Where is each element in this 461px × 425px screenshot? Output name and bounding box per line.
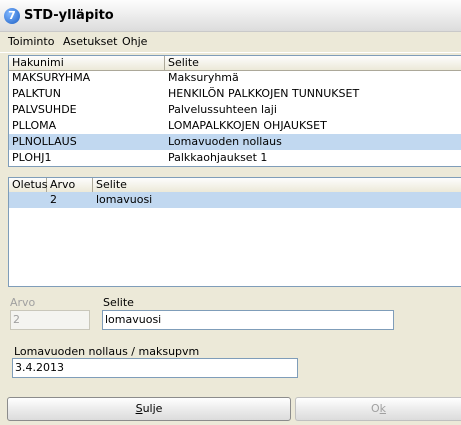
menu-ohje[interactable]: Ohje: [122, 35, 147, 48]
code-list[interactable]: Hakunimi Selite MAKSURYHMA Maksuryhmä PALK…: [8, 55, 461, 167]
column-header-arvo[interactable]: Arvo: [47, 178, 93, 192]
selite-field[interactable]: lomavuosi: [102, 310, 394, 330]
table-row[interactable]: PALVSUHDE Palvelussuhteen laji: [9, 102, 461, 118]
table-row[interactable]: PLOHJ1 Palkkaohjaukset 1: [9, 150, 461, 166]
ok-button-label-prefix: O: [370, 402, 380, 415]
column-header-selite[interactable]: Selite: [93, 178, 461, 192]
window-title: STD-ylläpito: [24, 8, 114, 23]
title-bar[interactable]: 7 STD-ylläpito: [0, 0, 461, 32]
column-header-hakunimi[interactable]: Hakunimi: [9, 56, 165, 70]
table-cell: HENKILÖN PALKKOJEN TUNNUKSET: [168, 87, 360, 100]
table-cell: LOMAPALKKOJEN OHJAUKSET: [168, 119, 327, 132]
arvo-label: Arvo: [10, 296, 36, 309]
table-cell: PLOHJ1: [12, 151, 52, 164]
ok-button[interactable]: Ok: [295, 397, 461, 421]
table-row[interactable]: 2 lomavuosi: [9, 192, 461, 208]
ok-button-accel: k: [379, 402, 387, 415]
close-button[interactable]: Sulje: [7, 397, 291, 421]
table-cell: PALKTUN: [12, 87, 61, 100]
arvo-field: 2: [10, 310, 90, 330]
table-row[interactable]: MAKSURYHMA Maksuryhmä: [9, 70, 461, 86]
table-row[interactable]: PALKTUN HENKILÖN PALKKOJEN TUNNUKSET: [9, 86, 461, 102]
date-label: Lomavuoden nollaus / maksupvm: [14, 345, 200, 358]
table-cell: Lomavuoden nollaus: [168, 135, 282, 148]
table-cell: Palvelussuhteen laji: [168, 103, 277, 116]
table-cell: MAKSURYHMA: [12, 71, 91, 84]
table-cell: Maksuryhmä: [168, 71, 239, 84]
menu-bar: Toiminto Asetukset Ohje: [0, 32, 461, 53]
menu-toiminto[interactable]: Toiminto: [8, 35, 54, 48]
date-field[interactable]: 3.4.2013: [12, 358, 298, 378]
selite-label: Selite: [103, 296, 134, 309]
table-cell: PALVSUHDE: [12, 103, 77, 116]
close-button-label-rest: ulje: [142, 402, 163, 415]
table-cell: PLLOMA: [12, 119, 57, 132]
column-header-oletus[interactable]: Oletus: [9, 178, 48, 192]
close-button-accel: S: [135, 402, 143, 415]
column-header-selite[interactable]: Selite: [165, 56, 461, 70]
table-row[interactable]: PLNOLLAUS Lomavuoden nollaus: [9, 134, 461, 150]
code-list-header: Hakunimi Selite: [9, 56, 461, 71]
table-cell: lomavuosi: [96, 193, 153, 206]
table-cell: Palkkaohjaukset 1: [168, 151, 268, 164]
table-row[interactable]: PLLOMA LOMAPALKKOJEN OHJAUKSET: [9, 118, 461, 134]
value-list-header: Oletus Arvo Selite: [9, 178, 461, 193]
app-icon: 7: [4, 8, 20, 24]
value-list[interactable]: Oletus Arvo Selite 2 lomavuosi: [8, 177, 461, 287]
menu-asetukset[interactable]: Asetukset: [63, 35, 118, 48]
table-cell: PLNOLLAUS: [12, 135, 77, 148]
table-cell: 2: [50, 193, 57, 206]
